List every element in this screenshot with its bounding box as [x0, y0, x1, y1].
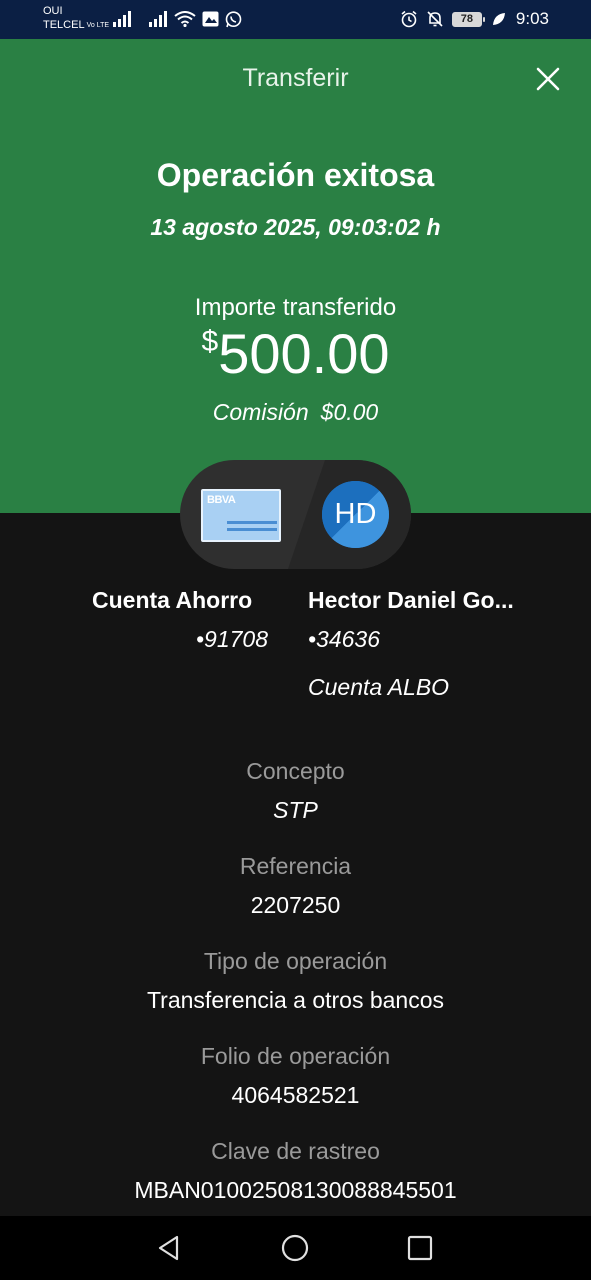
detail-value: MBAN01002508130088845501 — [134, 1177, 457, 1203]
commission-value: $0.00 — [320, 399, 379, 425]
signal-icon — [113, 11, 131, 27]
origin-account-name: Cuenta Ahorro — [92, 587, 253, 613]
detail-label: Clave de rastreo — [211, 1138, 380, 1164]
leaf-icon — [492, 13, 505, 25]
detail-value: 4064582521 — [231, 1082, 360, 1108]
avatar-initials: HD — [334, 498, 377, 530]
amount-value: 500.00 — [218, 322, 390, 385]
transfer-visual: BBVA HD — [180, 460, 411, 569]
detail-value: Transferencia a otros bancos — [146, 987, 445, 1013]
system-navigation-bar — [0, 1216, 591, 1280]
status-right-icons: 78 9:03 — [400, 8, 549, 30]
carrier-info: OUI TELCEL Vo LTE — [43, 4, 109, 32]
close-button[interactable] — [531, 62, 565, 96]
recipient-account-number: •34636 — [308, 626, 381, 652]
card-stripe — [227, 521, 277, 524]
transfer-amount: $500.00 — [0, 322, 591, 386]
status-left-icons — [112, 8, 242, 30]
result-title: Operación exitosa — [156, 157, 435, 193]
detail-clave-rastreo: Clave de rastreo MBAN0100250813008884550… — [0, 1136, 591, 1205]
wifi-icon — [174, 11, 196, 27]
recents-button[interactable] — [404, 1232, 436, 1264]
commission-label: Comisión — [212, 399, 309, 425]
back-button[interactable] — [153, 1232, 185, 1264]
recipient-avatar: HD — [322, 481, 389, 548]
home-circle-icon — [281, 1234, 309, 1262]
whatsapp-icon — [225, 10, 242, 27]
currency-symbol: $ — [201, 325, 219, 358]
bank-card-icon: BBVA — [201, 489, 281, 542]
amount-label: Importe transferido — [194, 294, 397, 321]
detail-label: Tipo de operación — [203, 948, 388, 974]
detail-label: Referencia — [239, 853, 352, 879]
card-brand: BBVA — [207, 494, 236, 506]
origin-account-number: •91708 — [195, 626, 268, 652]
detail-value: 2207250 — [250, 892, 341, 918]
detail-folio: Folio de operación 4064582521 — [0, 1041, 591, 1110]
detail-value: STP — [273, 797, 318, 823]
close-icon — [536, 67, 560, 91]
recipient-name: Hector Daniel Go... — [308, 587, 514, 613]
signal-icon-2 — [149, 11, 167, 27]
detail-label: Folio de operación — [200, 1043, 391, 1069]
operation-datetime: 13 agosto 2025, 09:03:02 h — [150, 214, 441, 240]
home-button[interactable] — [279, 1232, 311, 1264]
status-bar: OUI TELCEL Vo LTE 78 9:03 — [0, 0, 591, 39]
screen-title: Transferir — [242, 64, 349, 92]
back-triangle-icon — [158, 1235, 179, 1261]
mute-bell-icon — [427, 11, 443, 27]
card-stripe — [227, 528, 277, 531]
detail-referencia: Referencia 2207250 — [0, 851, 591, 920]
battery-level: 78 — [452, 12, 481, 26]
gallery-icon — [202, 11, 219, 27]
detail-label: Concepto — [246, 758, 345, 784]
volte-indicator: Vo LTE — [86, 21, 110, 29]
detail-concepto: Concepto STP — [0, 756, 591, 825]
detail-tipo-operacion: Tipo de operación Transferencia a otros … — [0, 946, 591, 1015]
clock: 9:03 — [515, 9, 549, 28]
battery-icon: 78 — [451, 11, 485, 27]
carrier-name: TELCEL — [43, 19, 85, 31]
success-header: Transferir Operación exitosa 13 agosto 2… — [0, 39, 591, 513]
alarm-icon — [401, 10, 417, 28]
commission: Comisión $0.00 — [0, 399, 591, 426]
recipient-account-type: Cuenta ALBO — [308, 674, 450, 700]
recents-square-icon — [407, 1235, 433, 1261]
carrier-top: OUI — [43, 5, 63, 17]
